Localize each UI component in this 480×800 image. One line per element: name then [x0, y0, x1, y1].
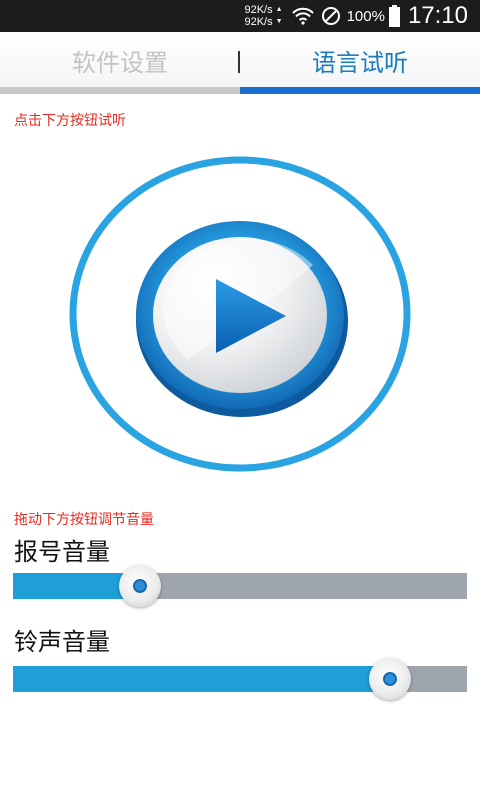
tab-bar: 软件设置 语言试听 — [0, 32, 480, 94]
ringtone-volume-label: 铃声音量 — [14, 628, 110, 656]
clock: 17:10 — [407, 2, 468, 29]
play-button[interactable] — [68, 155, 412, 473]
slider-thumb-dot — [382, 672, 397, 686]
announce-volume-label: 报号音量 — [14, 538, 110, 566]
play-button-graphic — [69, 156, 411, 472]
slider-fill — [13, 666, 390, 692]
network-speed: 92K/s ▲ 92K/s ▼ — [244, 4, 282, 28]
status-bar: 92K/s ▲ 92K/s ▼ 100% 17:10 — [0, 0, 480, 32]
slider-thumb-dot — [133, 579, 148, 593]
tab-voice-preview[interactable]: 语言试听 — [240, 32, 480, 88]
wifi-icon — [291, 5, 314, 27]
upload-arrow-icon: ▲ — [275, 6, 283, 13]
tab-indicator-active — [240, 87, 480, 94]
no-sim-icon — [320, 5, 342, 27]
volume-hint: 拖动下方按钮调节音量 — [14, 512, 154, 528]
download-speed: 92K/s — [244, 16, 273, 28]
tab-indicator-inactive — [0, 87, 240, 94]
tab-software-settings[interactable]: 软件设置 — [0, 32, 240, 88]
slider-thumb[interactable] — [119, 565, 162, 607]
battery-icon — [388, 5, 400, 27]
slider-thumb[interactable] — [368, 658, 411, 700]
upload-speed: 92K/s — [244, 4, 273, 16]
play-hint: 点击下方按钮试听 — [14, 113, 126, 129]
download-arrow-icon: ▼ — [275, 18, 283, 25]
announce-volume-slider[interactable] — [13, 565, 467, 607]
ringtone-volume-slider[interactable] — [13, 658, 467, 700]
battery-percent: 100% — [346, 7, 385, 25]
